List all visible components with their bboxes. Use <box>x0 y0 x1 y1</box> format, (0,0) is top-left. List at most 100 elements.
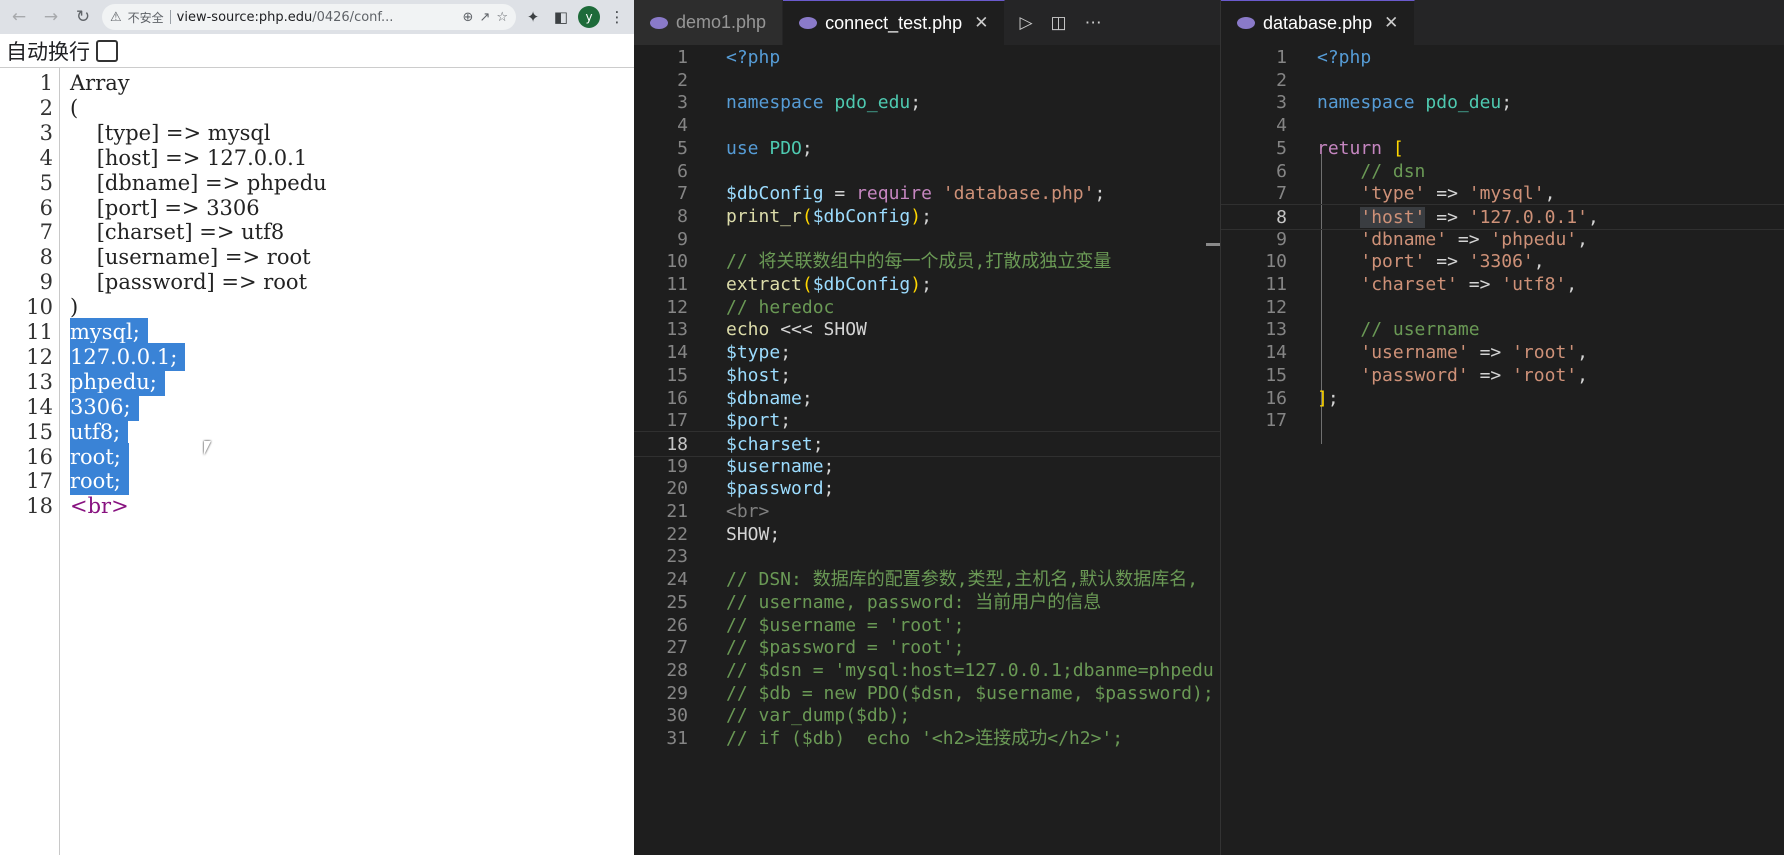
source-line-text: mysql; <box>70 318 148 346</box>
source-line: 12 127.0.0.1; <box>0 342 634 371</box>
line-number: 3 <box>39 120 53 145</box>
editor-actions: ▷ ◫ ⋯ <box>1005 0 1101 45</box>
code-line[interactable]: 17 <box>1221 408 1784 434</box>
source-line: 7 [charset] => utf8 <box>0 218 634 246</box>
source-line-text: [type] => mysql <box>70 120 271 145</box>
tab-label: connect_test.php <box>825 12 963 33</box>
code-text: // if ($db) echo '<h2>连接成功</h2>'; <box>726 728 1124 749</box>
tab-bar: database.php ✕ <box>1221 0 1784 45</box>
extensions-icon[interactable]: ✦ <box>522 4 544 30</box>
tab-connect-test[interactable]: connect_test.php ✕ <box>783 0 1006 45</box>
zoom-icon[interactable]: ⊕ <box>463 10 474 25</box>
avatar[interactable]: y <box>578 6 600 28</box>
source-line-text: root; <box>70 467 129 496</box>
line-number: 17 <box>26 469 53 494</box>
source-line-text: [username] => root <box>70 245 311 270</box>
divider <box>169 10 171 24</box>
tab-demo1[interactable]: demo1.php <box>634 0 784 45</box>
source-line: 13 phpedu; <box>0 367 634 396</box>
source-line: 11 mysql; <box>0 318 634 346</box>
source-line-text: utf8; <box>70 417 129 446</box>
close-icon[interactable]: ✕ <box>1384 13 1398 33</box>
editor-group-right: database.php ✕ 1 <?php 2 3 namespace pdo_deu… <box>1220 0 1784 855</box>
line-number: 11 <box>26 320 53 344</box>
source-line-text: [charset] => utf8 <box>70 220 285 245</box>
forward-icon[interactable]: → <box>38 4 64 30</box>
editor-group-left: demo1.php connect_test.php ✕ ▷ ◫ ⋯ 1 <?ph… <box>634 0 1220 855</box>
source-line-text: <br> <box>70 494 129 519</box>
close-icon[interactable]: ✕ <box>974 13 988 33</box>
php-file-icon <box>650 16 668 29</box>
line-number: 9 <box>39 270 53 295</box>
code-line[interactable]: 31 // if ($db) echo '<h2>连接成功</h2>'; <box>634 726 1220 752</box>
php-file-icon <box>799 17 818 29</box>
source-line: 16 root; <box>0 442 634 471</box>
source-line-text: [dbname] => phpedu <box>70 170 327 195</box>
line-number: 10 <box>26 295 53 320</box>
mouse-pointer-icon <box>204 441 218 455</box>
menu-icon[interactable]: ⋮ <box>606 4 628 30</box>
source-line: 17 root; <box>0 467 634 496</box>
line-number: 13 <box>26 369 53 394</box>
line-number: 2 <box>39 95 53 120</box>
line-number: 14 <box>26 394 53 419</box>
warning-icon: ⚠ <box>110 9 122 25</box>
source-line-text: 127.0.0.1; <box>70 342 186 371</box>
source-line: 2( <box>0 94 634 122</box>
source-line: 9 [password] => root <box>0 268 634 296</box>
more-actions-icon[interactable]: ⋯ <box>1085 13 1102 33</box>
browser-window: ← → ↻ ⚠ 不安全 view-source:php.edu/0426/con… <box>0 0 634 855</box>
source-line: 10) <box>0 293 634 321</box>
line-number: 7 <box>39 220 53 245</box>
code-area[interactable]: 1 <?php 2 3 namespace pdo_edu; 4 5 use PDO; 6 7 $d… <box>634 45 1220 855</box>
view-source-content: 1 Array 2(3 [type] => mysql 4 [host] => 127… <box>0 68 634 855</box>
source-line-text: root; <box>70 442 129 471</box>
source-line: 8 [username] => root <box>0 243 634 271</box>
line-number: 4 <box>39 145 53 170</box>
source-line-text: Array <box>70 71 130 95</box>
bookmark-star-icon[interactable]: ☆ <box>496 10 508 25</box>
php-file-icon <box>1237 17 1255 29</box>
line-number: 12 <box>26 344 53 369</box>
tab-database[interactable]: database.php ✕ <box>1221 0 1416 45</box>
reload-icon[interactable]: ↻ <box>70 4 96 30</box>
url-text: view-source:php.edu/0426/conf... <box>176 9 394 25</box>
source-line: 15 utf8; <box>0 417 634 446</box>
back-icon[interactable]: ← <box>6 4 32 30</box>
line-number: 6 <box>39 195 53 220</box>
line-number: 15 <box>26 419 53 444</box>
source-line: 14 3306; <box>0 392 634 421</box>
address-bar[interactable]: ⚠ 不安全 view-source:php.edu/0426/conf... ⊕… <box>102 4 516 30</box>
source-line: 18 <br> <box>0 492 634 520</box>
line-number: 8 <box>39 245 53 270</box>
source-line-text: ( <box>70 95 79 120</box>
source-line-text: [host] => 127.0.0.1 <box>70 145 308 170</box>
side-panel-icon[interactable]: ◧ <box>550 4 572 30</box>
tab-label: demo1.php <box>676 12 767 32</box>
share-icon[interactable]: ↗ <box>479 10 490 25</box>
source-line-text: ) <box>70 295 79 320</box>
line-wrap-label: 自动换行 <box>6 39 90 64</box>
line-wrap-bar: 自动换行 <box>0 34 634 68</box>
line-number: 31 <box>666 728 688 749</box>
split-editor-icon[interactable]: ◫ <box>1051 13 1067 33</box>
line-number: 1 <box>39 71 53 95</box>
source-line-text: phpedu; <box>70 367 165 396</box>
insecure-label: 不安全 <box>127 10 164 25</box>
tab-bar: demo1.php connect_test.php ✕ ▷ ◫ ⋯ <box>634 0 1220 45</box>
line-number: 5 <box>39 170 53 195</box>
source-line-text: [port] => 3306 <box>70 195 260 220</box>
source-line: 1 Array <box>0 69 634 97</box>
source-line: 3 [type] => mysql <box>0 119 634 147</box>
line-wrap-checkbox[interactable] <box>96 39 118 62</box>
source-line-text: 3306; <box>70 392 139 421</box>
source-line: 5 [dbname] => phpedu <box>0 169 634 197</box>
line-number: 16 <box>26 444 53 469</box>
run-icon[interactable]: ▷ <box>1019 13 1032 33</box>
source-line: 6 [port] => 3306 <box>0 194 634 222</box>
tab-label: database.php <box>1263 12 1373 33</box>
line-number: 17 <box>1265 410 1287 432</box>
source-line: 4 [host] => 127.0.0.1 <box>0 144 634 172</box>
code-area[interactable]: 1 <?php 2 3 namespace pdo_deu; 4 5 return [6 //… <box>1221 45 1784 855</box>
line-number: 18 <box>26 494 53 519</box>
